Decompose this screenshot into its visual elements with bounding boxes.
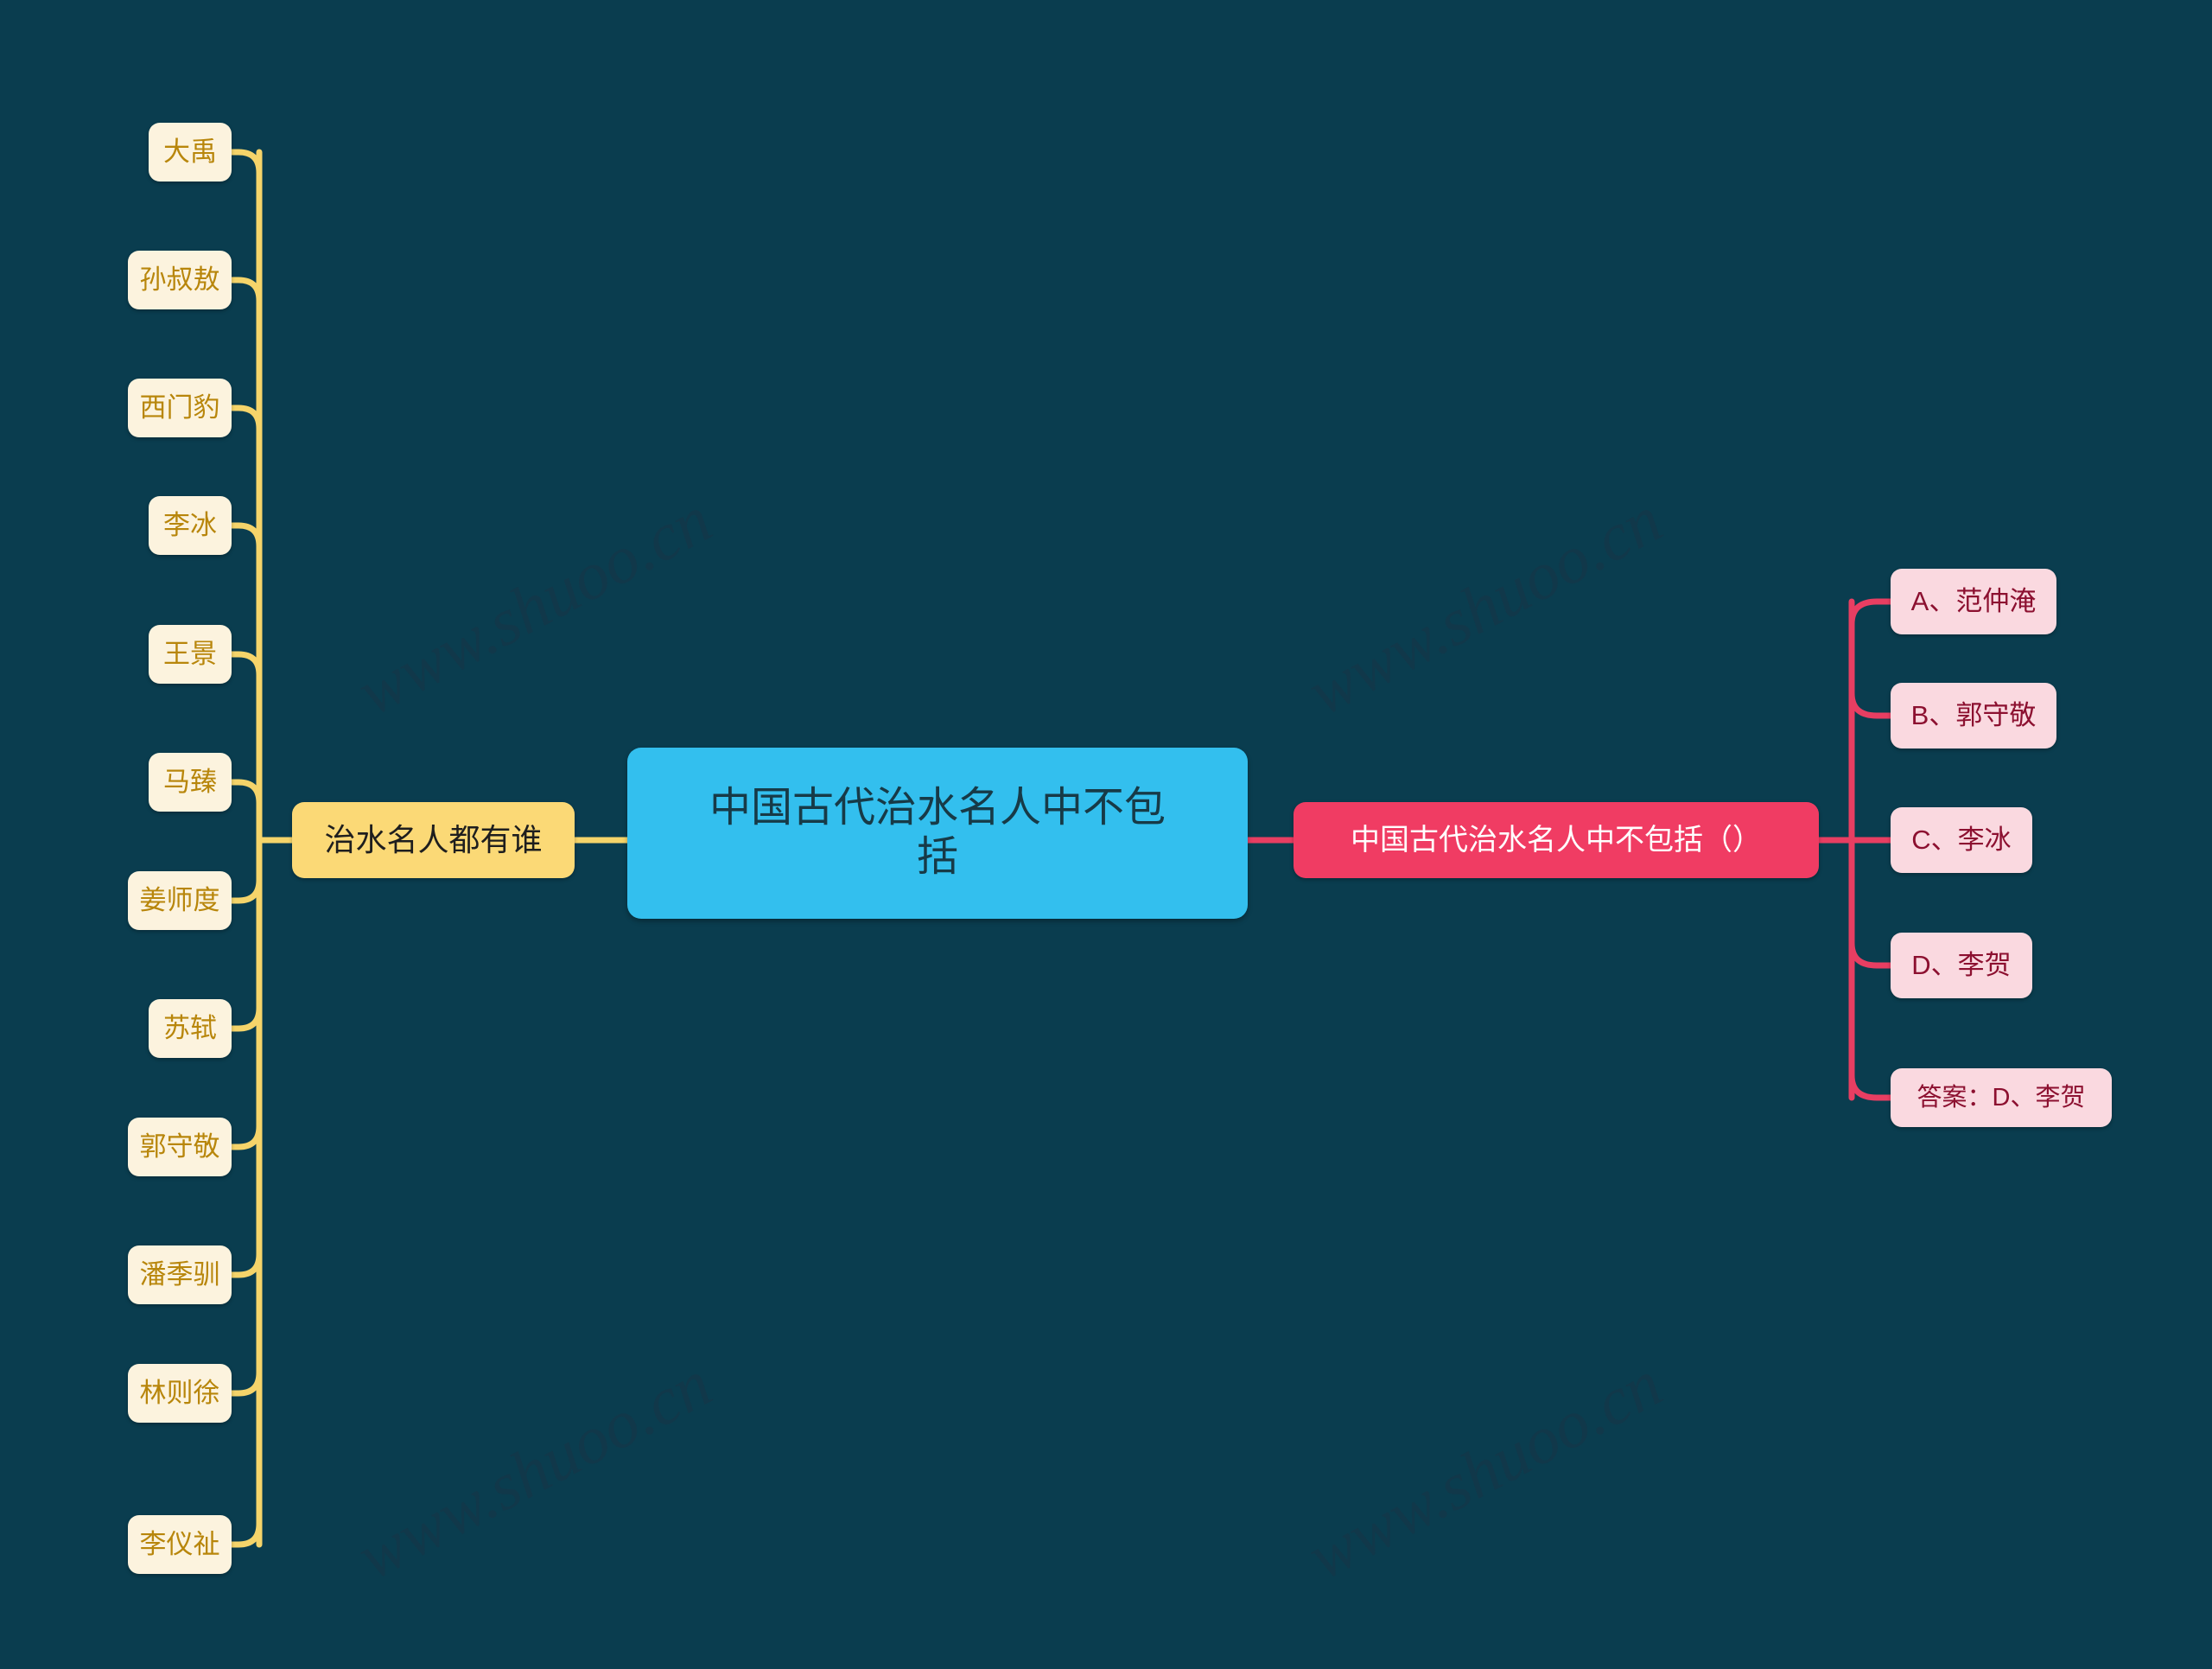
- question-node[interactable]: 中国古代治水名人中不包括（）: [1294, 802, 1819, 878]
- option-node-d[interactable]: D、李贺: [1891, 933, 2032, 998]
- option-node-a[interactable]: A、范仲淹: [1891, 569, 2056, 634]
- leaf-node-1[interactable]: 大禹: [149, 123, 232, 182]
- right-connectors: [1815, 598, 1894, 1101]
- leaf-node-7[interactable]: 姜师度: [128, 871, 232, 930]
- leaf-node-4[interactable]: 李冰: [149, 496, 232, 555]
- center-node-root-topic[interactable]: 中国古代治水名人中不包 括: [627, 748, 1248, 919]
- answer-node[interactable]: 答案：D、李贺: [1891, 1068, 2112, 1127]
- leaf-node-3[interactable]: 西门豹: [128, 379, 232, 437]
- leaf-node-6[interactable]: 马臻: [149, 753, 232, 812]
- left-connectors: [228, 149, 296, 1548]
- leaf-node-5[interactable]: 王景: [149, 625, 232, 684]
- leaf-node-10[interactable]: 潘季驯: [128, 1245, 232, 1304]
- leaf-node-12[interactable]: 李仪祉: [128, 1515, 232, 1574]
- leaf-node-2[interactable]: 孙叔敖: [128, 251, 232, 309]
- mindmap-canvas: www.shuoo.cn www.shuoo.cn www.shuoo.cn w…: [0, 0, 2212, 1669]
- hub-node-water-control-figures[interactable]: 治水名人都有谁: [292, 802, 575, 878]
- option-node-c[interactable]: C、李冰: [1891, 807, 2032, 873]
- leaf-node-11[interactable]: 林则徐: [128, 1364, 232, 1423]
- option-node-b[interactable]: B、郭守敬: [1891, 683, 2056, 749]
- leaf-node-9[interactable]: 郭守敬: [128, 1118, 232, 1176]
- leaf-node-8[interactable]: 苏轼: [149, 999, 232, 1058]
